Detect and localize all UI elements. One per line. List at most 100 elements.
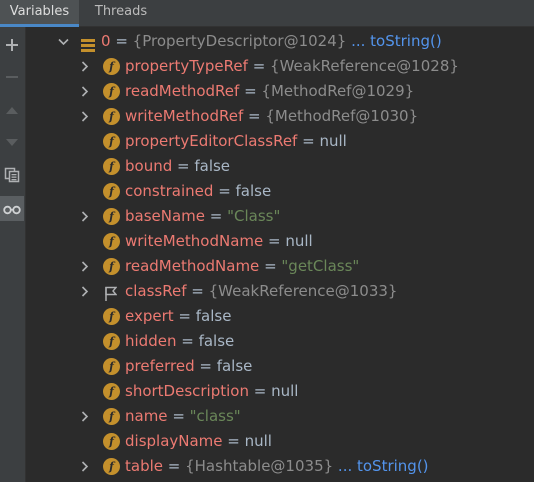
arrow-down-icon bbox=[6, 139, 18, 146]
variable-name: constrained bbox=[125, 182, 214, 200]
variable-value: {MethodRef@1029} bbox=[261, 82, 415, 100]
tree-row-label: displayName = null bbox=[125, 429, 272, 454]
tree-row-label: bound = false bbox=[125, 154, 230, 179]
tree-row[interactable]: f constrained = false bbox=[26, 179, 534, 204]
expand-arrow-icon[interactable] bbox=[79, 104, 91, 129]
arrow-up-icon bbox=[6, 107, 18, 114]
variable-name: displayName bbox=[125, 432, 223, 450]
field-icon: f bbox=[103, 358, 120, 375]
field-icon: f bbox=[103, 108, 120, 125]
variable-name: name bbox=[125, 407, 168, 425]
tree-row-label: writeMethodName = null bbox=[125, 229, 313, 254]
field-icon: f bbox=[103, 133, 120, 150]
variable-value: false bbox=[194, 157, 231, 175]
show-watches-button[interactable] bbox=[0, 196, 24, 221]
field-icon: f bbox=[103, 308, 120, 325]
variable-name: propertyTypeRef bbox=[125, 57, 248, 75]
variable-name: classRef bbox=[125, 282, 187, 300]
field-icon: f bbox=[103, 408, 120, 425]
equals-sign: = bbox=[243, 107, 266, 125]
variables-tree[interactable]: 0 = {PropertyDescriptor@1024} ... toStri… bbox=[26, 27, 534, 482]
expand-arrow-icon[interactable] bbox=[79, 54, 91, 79]
variable-name: readMethodName bbox=[125, 257, 260, 275]
equals-sign: = bbox=[163, 457, 186, 475]
remove-watch-button[interactable] bbox=[0, 65, 24, 89]
new-watch-button[interactable] bbox=[0, 33, 24, 57]
tree-row[interactable]: f shortDescription = null bbox=[26, 379, 534, 404]
tree-row[interactable]: f bound = false bbox=[26, 154, 534, 179]
expand-arrow-icon[interactable] bbox=[79, 204, 91, 229]
tree-row-label: shortDescription = null bbox=[125, 379, 298, 404]
duplicate-watch-button[interactable] bbox=[0, 163, 24, 187]
tree-row-label: name = "class" bbox=[125, 404, 241, 429]
field-icon: f bbox=[103, 208, 120, 225]
tree-row[interactable]: f readMethodRef = {MethodRef@1029} bbox=[26, 79, 534, 104]
field-icon: f bbox=[103, 58, 120, 75]
field-icon: f bbox=[103, 458, 120, 475]
equals-sign: = bbox=[110, 32, 133, 50]
tree-row[interactable]: f baseName = "Class" bbox=[26, 204, 534, 229]
expand-arrow-icon[interactable] bbox=[79, 254, 91, 279]
variable-name: expert bbox=[125, 307, 174, 325]
plus-icon bbox=[6, 39, 18, 51]
copy-icon bbox=[4, 167, 20, 183]
tree-row[interactable]: f expert = false bbox=[26, 304, 534, 329]
move-watch-up-button[interactable] bbox=[0, 99, 24, 123]
tree-row-root-label: 0 = {PropertyDescriptor@1024} ... toStri… bbox=[101, 29, 442, 54]
tree-row-root[interactable]: 0 = {PropertyDescriptor@1024} ... toStri… bbox=[26, 29, 534, 54]
equals-sign: = bbox=[186, 282, 209, 300]
tree-row[interactable]: f readMethodName = "getClass" bbox=[26, 254, 534, 279]
tree-row-label: readMethodName = "getClass" bbox=[125, 254, 359, 279]
field-icon: f bbox=[103, 258, 120, 275]
equals-sign: = bbox=[194, 357, 217, 375]
tree-row[interactable]: f displayName = null bbox=[26, 429, 534, 454]
equals-sign: = bbox=[263, 232, 286, 250]
variable-name: table bbox=[125, 457, 163, 475]
field-icon: f bbox=[103, 183, 120, 200]
field-icon: f bbox=[103, 383, 120, 400]
tree-row[interactable]: f propertyEditorClassRef = null bbox=[26, 129, 534, 154]
tree-row[interactable]: f hidden = false bbox=[26, 329, 534, 354]
field-icon: f bbox=[103, 158, 120, 175]
equals-sign: = bbox=[172, 157, 195, 175]
field-icon: f bbox=[103, 333, 120, 350]
variable-value: {Hashtable@1035} bbox=[185, 457, 334, 475]
variable-value: false bbox=[195, 307, 232, 325]
variable-name: hidden bbox=[125, 332, 177, 350]
to-string-link[interactable]: ... toString() bbox=[346, 32, 442, 50]
tree-row[interactable]: classRef = {WeakReference@1033} bbox=[26, 279, 534, 304]
variable-value: {PropertyDescriptor@1024} bbox=[132, 32, 347, 50]
tree-row[interactable]: f writeMethodRef = {MethodRef@1030} bbox=[26, 104, 534, 129]
equals-sign: = bbox=[205, 207, 228, 225]
expand-arrow-icon[interactable] bbox=[79, 454, 91, 479]
expand-arrow-icon[interactable] bbox=[79, 404, 91, 429]
equals-sign: = bbox=[297, 132, 320, 150]
glasses-icon bbox=[3, 205, 21, 214]
tab-threads[interactable]: Threads bbox=[83, 0, 159, 27]
variable-name: baseName bbox=[125, 207, 206, 225]
variable-name: writeMethodName bbox=[125, 232, 264, 250]
equals-sign: = bbox=[239, 82, 262, 100]
tree-row-label: preferred = false bbox=[125, 354, 252, 379]
variable-name: writeMethodRef bbox=[125, 107, 244, 125]
tree-row[interactable]: f propertyTypeRef = {WeakReference@1028} bbox=[26, 54, 534, 79]
field-icon: f bbox=[103, 233, 120, 250]
tree-row-label: expert = false bbox=[125, 304, 231, 329]
equals-sign: = bbox=[176, 332, 199, 350]
to-string-link[interactable]: ... toString() bbox=[333, 457, 429, 475]
variable-value: false bbox=[198, 332, 235, 350]
collapse-arrow-icon[interactable] bbox=[57, 29, 69, 54]
variable-value: false bbox=[216, 357, 253, 375]
equals-sign: = bbox=[259, 257, 282, 275]
equals-sign: = bbox=[248, 382, 272, 400]
expand-arrow-icon[interactable] bbox=[79, 279, 91, 304]
tree-row[interactable]: f name = "class" bbox=[26, 404, 534, 429]
move-watch-down-button[interactable] bbox=[0, 130, 24, 154]
tree-row[interactable]: f preferred = false bbox=[26, 354, 534, 379]
tree-row[interactable]: f writeMethodName = null bbox=[26, 229, 534, 254]
tab-variables[interactable]: Variables bbox=[0, 0, 79, 27]
variable-value: null bbox=[285, 232, 313, 250]
expand-arrow-icon[interactable] bbox=[79, 79, 91, 104]
tree-row[interactable]: f table = {Hashtable@1035} ... toString() bbox=[26, 454, 534, 479]
variable-value: null bbox=[244, 432, 272, 450]
